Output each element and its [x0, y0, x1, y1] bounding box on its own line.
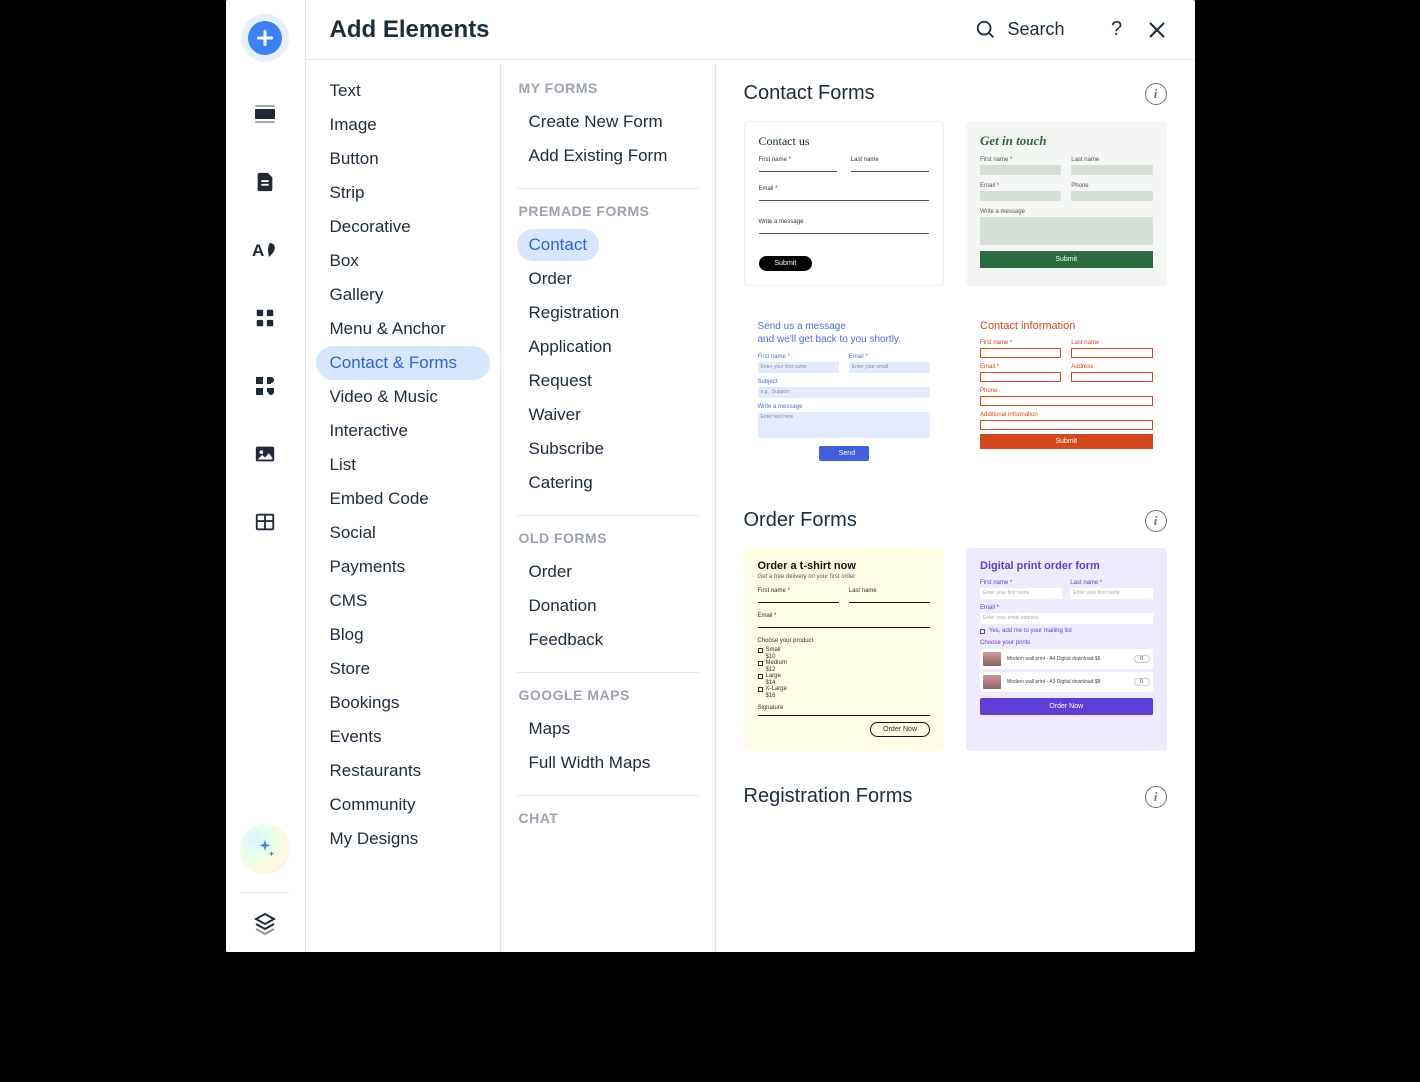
category-item[interactable]: Strip: [316, 176, 490, 210]
close-button[interactable]: [1143, 16, 1171, 44]
media-icon[interactable]: [241, 430, 289, 478]
panel-header: Add Elements Search ?: [306, 0, 1195, 60]
form-preview-order-2[interactable]: Digital print order form First name *Ent…: [966, 548, 1167, 751]
info-icon[interactable]: i: [1145, 83, 1167, 105]
search-icon: [975, 19, 997, 41]
category-item[interactable]: Blog: [316, 618, 490, 652]
category-item[interactable]: Bookings: [316, 686, 490, 720]
section-icon[interactable]: [241, 90, 289, 138]
group-label: CHAT: [519, 810, 699, 826]
form-preview-contact-4[interactable]: Contact information First name *Last nam…: [966, 308, 1167, 475]
category-item[interactable]: Decorative: [316, 210, 490, 244]
form-preview-contact-2[interactable]: Get in touch First name *Last name Email…: [966, 121, 1167, 286]
section-order-forms: Order Forms i: [744, 509, 1167, 532]
search-button[interactable]: Search: [975, 19, 1064, 41]
category-item[interactable]: Video & Music: [316, 380, 490, 414]
subcategory-item[interactable]: Subscribe: [517, 433, 617, 465]
subcategory-item[interactable]: Waiver: [517, 399, 593, 431]
section-registration-forms: Registration Forms i: [744, 785, 1167, 808]
category-item[interactable]: Payments: [316, 550, 490, 584]
group-label: PREMADE FORMS: [519, 203, 699, 219]
category-item[interactable]: Community: [316, 788, 490, 822]
category-item[interactable]: Gallery: [316, 278, 490, 312]
subcategory-item[interactable]: Application: [517, 331, 624, 363]
close-icon: [1148, 21, 1166, 39]
info-icon[interactable]: i: [1145, 510, 1167, 532]
subcategory-list: MY FORMS Create New FormAdd Existing Form…: [501, 60, 716, 952]
subcategory-item[interactable]: Registration: [517, 297, 632, 329]
form-preview-order-1[interactable]: Order a t-shirt now Get a free delivery …: [744, 548, 945, 751]
form-preview-contact-3[interactable]: Send us a messageand we'll get back to y…: [744, 308, 945, 475]
subcategory-item[interactable]: Donation: [517, 590, 609, 622]
help-button[interactable]: ?: [1103, 16, 1131, 44]
subcategory-item[interactable]: Maps: [517, 713, 583, 745]
subcategory-item[interactable]: Contact: [517, 229, 600, 261]
form-preview-contact-1[interactable]: Contact us First name *Last name Email *…: [744, 121, 945, 286]
group-label: OLD FORMS: [519, 530, 699, 546]
sparkle-icon: [254, 838, 276, 860]
subcategory-item[interactable]: Request: [517, 365, 604, 397]
subcategory-item[interactable]: Order: [517, 263, 584, 295]
group-label: GOOGLE MAPS: [519, 687, 699, 703]
category-item[interactable]: Embed Code: [316, 482, 490, 516]
ai-button[interactable]: [240, 824, 290, 874]
design-icon[interactable]: A: [241, 226, 289, 274]
category-item[interactable]: Events: [316, 720, 490, 754]
subcategory-item[interactable]: Create New Form: [517, 106, 675, 138]
info-icon[interactable]: i: [1145, 786, 1167, 808]
group-label: MY FORMS: [519, 80, 699, 96]
category-item[interactable]: Box: [316, 244, 490, 278]
category-list: TextImageButtonStripDecorativeBoxGallery…: [306, 60, 501, 952]
category-item[interactable]: List: [316, 448, 490, 482]
category-item[interactable]: Interactive: [316, 414, 490, 448]
left-rail: A: [226, 0, 306, 952]
layers-button[interactable]: [241, 892, 289, 952]
subcategory-item[interactable]: Feedback: [517, 624, 616, 656]
subcategory-item[interactable]: Add Existing Form: [517, 140, 680, 172]
add-button[interactable]: [241, 14, 289, 62]
category-item[interactable]: Store: [316, 652, 490, 686]
category-item[interactable]: Menu & Anchor: [316, 312, 490, 346]
subcategory-item[interactable]: Catering: [517, 467, 605, 499]
section-contact-forms: Contact Forms i: [744, 82, 1167, 105]
add-elements-panel: A Add Elements Search: [226, 0, 1195, 952]
subcategory-item[interactable]: Order: [517, 556, 584, 588]
category-item[interactable]: Contact & Forms: [316, 346, 490, 380]
svg-text:A: A: [252, 241, 264, 260]
category-item[interactable]: Restaurants: [316, 754, 490, 788]
plugins-icon[interactable]: [241, 362, 289, 410]
panel-title: Add Elements: [330, 16, 490, 44]
help-icon: ?: [1111, 18, 1122, 41]
category-item[interactable]: Image: [316, 108, 490, 142]
category-item[interactable]: My Designs: [316, 822, 490, 856]
apps-icon[interactable]: [241, 294, 289, 342]
layers-icon: [253, 911, 277, 935]
subcategory-item[interactable]: Full Width Maps: [517, 747, 663, 779]
preview-area: Contact Forms i Contact us First name *L…: [716, 60, 1195, 952]
category-item[interactable]: CMS: [316, 584, 490, 618]
category-item[interactable]: Social: [316, 516, 490, 550]
category-item[interactable]: Button: [316, 142, 490, 176]
page-icon[interactable]: [241, 158, 289, 206]
plus-icon: [248, 21, 282, 55]
category-item[interactable]: Text: [316, 74, 490, 108]
data-icon[interactable]: [241, 498, 289, 546]
